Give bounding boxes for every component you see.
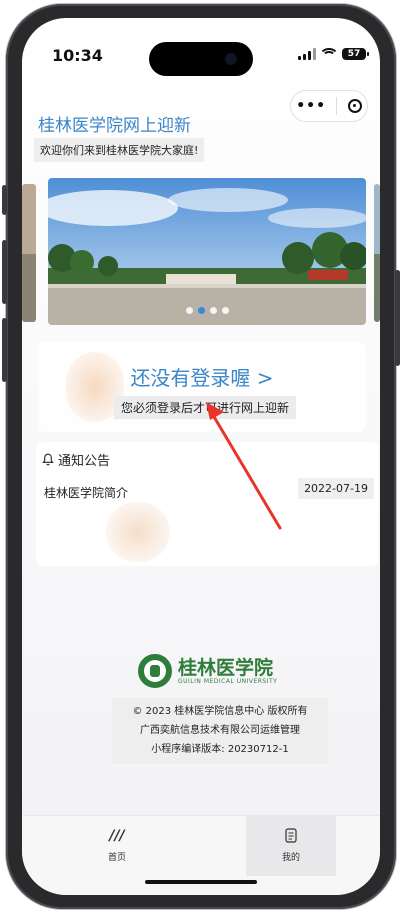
- bell-icon: [42, 453, 54, 466]
- campus-image: [48, 178, 366, 325]
- carousel-dot[interactable]: [209, 307, 217, 314]
- logo-english-name: GUILIN MEDICAL UNIVERSITY: [178, 677, 278, 685]
- carousel-dots: [48, 307, 366, 314]
- banner-carousel[interactable]: [48, 178, 366, 325]
- university-seal-icon: [138, 654, 172, 688]
- carousel-dot-active[interactable]: [197, 307, 205, 314]
- tab-mine-label: 我的: [281, 853, 300, 863]
- decorative-blob: [106, 502, 170, 562]
- mute-switch: [2, 185, 7, 215]
- capsule-divider: [336, 97, 338, 115]
- copyright-text: © 2023 桂林医学院信息中心 版权所有: [132, 706, 308, 717]
- camera-icon: [225, 53, 237, 65]
- annotation-arrow: [206, 402, 282, 530]
- tab-home-label: 首页: [107, 853, 126, 863]
- screen: 10:34 57 ••• 桂林医学院网上迎新 欢迎你们来到桂林医学院大家庭! 还…: [22, 18, 380, 895]
- version-text: 小程序编译版本: 20230712-1: [151, 744, 289, 755]
- status-icons: 57: [298, 48, 369, 60]
- status-time: 10:34: [52, 46, 103, 65]
- carousel-dot[interactable]: [221, 307, 229, 314]
- banner-prev-peek[interactable]: [22, 184, 36, 322]
- operator-text: 广西奕航信息技术有限公司运维管理: [140, 725, 300, 736]
- notice-item-date: 2022-07-19: [298, 478, 374, 499]
- university-logo: 桂林医学院 GUILIN MEDICAL UNIVERSITY: [138, 654, 277, 688]
- document-icon: [246, 828, 336, 844]
- home-indicator[interactable]: [145, 880, 257, 884]
- volume-up-button: [2, 240, 7, 304]
- wifi-icon: [321, 48, 337, 60]
- banner-next-peek[interactable]: [374, 184, 380, 322]
- signal-icon: [298, 48, 316, 60]
- power-button: [395, 270, 400, 366]
- dynamic-island: [149, 42, 253, 76]
- copyright-block: © 2023 桂林医学院信息中心 版权所有 广西奕航信息技术有限公司运维管理 小…: [112, 698, 328, 764]
- logo-chinese-name: 桂林医学院: [178, 656, 274, 679]
- tab-home[interactable]: /// 首页: [72, 816, 162, 876]
- notice-item-title[interactable]: 桂林医学院简介: [44, 484, 128, 501]
- volume-down-button: [2, 318, 7, 382]
- notice-header: 通知公告: [42, 450, 110, 469]
- home-icon: ///: [109, 828, 125, 844]
- tab-mine[interactable]: 我的: [246, 816, 336, 876]
- close-miniprogram-icon[interactable]: [347, 99, 362, 113]
- miniprogram-capsule: •••: [290, 90, 368, 122]
- more-icon[interactable]: •••: [296, 98, 326, 114]
- carousel-dot[interactable]: [185, 307, 193, 314]
- login-prompt-link[interactable]: 还没有登录喔 >: [38, 362, 366, 391]
- battery-icon: 57: [342, 48, 369, 60]
- page-title: 桂林医学院网上迎新: [38, 116, 191, 136]
- notice-header-label: 通知公告: [58, 454, 111, 469]
- welcome-text: 欢迎你们来到桂林医学院大家庭!: [34, 138, 205, 162]
